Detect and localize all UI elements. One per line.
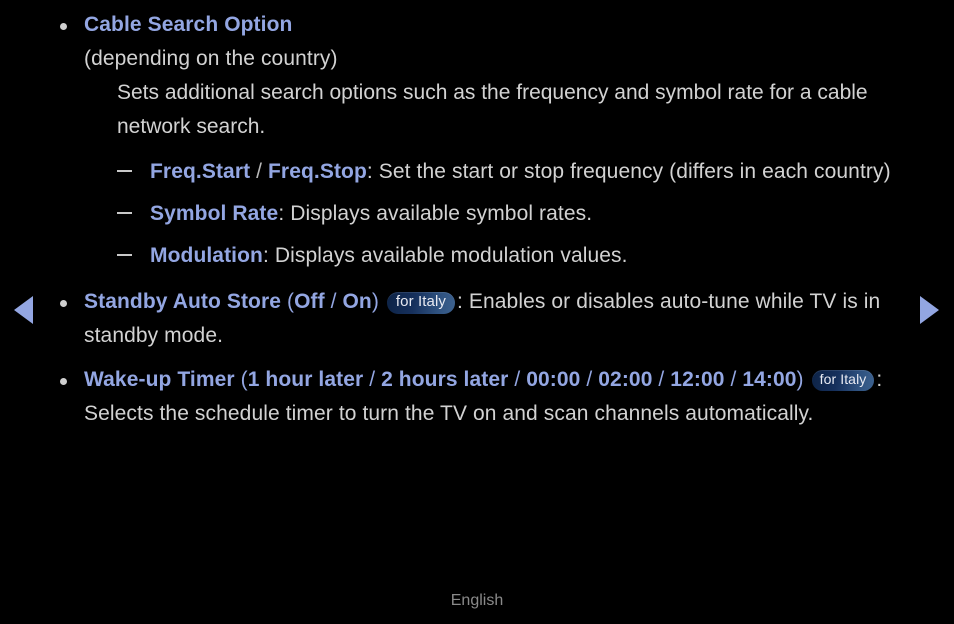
section-body: Wake-up Timer (1 hour later / 2 hours la… bbox=[84, 363, 904, 431]
option-1200: 12:00 bbox=[670, 368, 725, 391]
bullet-dot-icon bbox=[60, 378, 67, 385]
dash-marker-icon bbox=[117, 212, 132, 214]
option-separator: / bbox=[580, 368, 599, 391]
bullet-dot-icon bbox=[60, 23, 67, 30]
option-separator: / bbox=[724, 368, 743, 391]
bullet-dot-icon bbox=[60, 300, 67, 307]
sub-item-symbol-rate: Symbol Rate: Displays available symbol r… bbox=[117, 197, 936, 231]
status-badge-for-italy: for Italy bbox=[811, 370, 875, 391]
section-standby-auto-store: Standby Auto Store (Off / On) for Italy:… bbox=[52, 285, 936, 353]
status-badge-for-italy: for Italy bbox=[386, 292, 455, 314]
sub-item-term-a: Freq.Start bbox=[150, 160, 251, 183]
option-separator: / bbox=[652, 368, 671, 391]
sub-item-description: Displays available symbol rates. bbox=[290, 202, 593, 225]
option-1400: 14:00 bbox=[742, 368, 797, 391]
section-title: Cable Search Option bbox=[84, 13, 293, 36]
sub-item-term-b: Freq.Stop bbox=[268, 160, 367, 183]
section-colon: : bbox=[876, 368, 883, 391]
close-paren: ) bbox=[371, 290, 379, 313]
option-0000: 00:00 bbox=[526, 368, 581, 391]
section-title-row: Cable Search Option bbox=[84, 8, 936, 42]
sub-item-colon: : bbox=[262, 244, 275, 267]
option-separator: / bbox=[363, 368, 382, 391]
sub-item-freq-start-stop: Freq.Start / Freq.Stop: Set the start or… bbox=[117, 155, 936, 189]
sub-item-modulation: Modulation: Displays available modulatio… bbox=[117, 239, 936, 273]
option-separator: / bbox=[324, 290, 343, 313]
option-1-hour-later: 1 hour later bbox=[247, 368, 364, 391]
option-0200: 02:00 bbox=[598, 368, 653, 391]
dash-marker-icon bbox=[117, 170, 132, 172]
sub-item-term-a: Modulation bbox=[150, 244, 263, 267]
option-off: Off bbox=[294, 290, 325, 313]
option-separator: / bbox=[508, 368, 527, 391]
section-description: Selects the schedule timer to turn the T… bbox=[84, 402, 814, 425]
help-content: Cable Search Option (depending on the co… bbox=[0, 0, 954, 433]
section-title: Standby Auto Store bbox=[84, 290, 282, 313]
sub-item-term-a: Symbol Rate bbox=[150, 202, 279, 225]
sub-item-text: Modulation: Displays available modulatio… bbox=[150, 239, 936, 273]
option-on: On bbox=[342, 290, 372, 313]
section-title: Wake-up Timer bbox=[84, 368, 235, 391]
section-cable-search-option: Cable Search Option (depending on the co… bbox=[52, 8, 936, 273]
section-subtitle: (depending on the country) bbox=[84, 47, 338, 70]
open-paren: ( bbox=[234, 368, 248, 391]
section-colon: : bbox=[457, 290, 469, 313]
sub-item-list: Freq.Start / Freq.Stop: Set the start or… bbox=[84, 155, 936, 273]
sub-item-colon: : bbox=[366, 160, 379, 183]
sub-item-separator: / bbox=[250, 160, 268, 183]
sub-item-description: Set the start or stop frequency (differs… bbox=[378, 160, 891, 183]
section-wake-up-timer: Wake-up Timer (1 hour later / 2 hours la… bbox=[52, 363, 936, 431]
dash-marker-icon bbox=[117, 254, 132, 256]
section-body: Standby Auto Store (Off / On) for Italy:… bbox=[84, 285, 929, 353]
sub-item-colon: : bbox=[278, 202, 291, 225]
close-paren: ) bbox=[796, 368, 804, 391]
option-2-hours-later: 2 hours later bbox=[381, 368, 509, 391]
open-paren: ( bbox=[281, 290, 295, 313]
section-description: Sets additional search options such as t… bbox=[117, 81, 868, 138]
sub-item-text: Symbol Rate: Displays available symbol r… bbox=[150, 197, 936, 231]
sub-item-description: Displays available modulation values. bbox=[274, 244, 628, 267]
sub-item-text: Freq.Start / Freq.Stop: Set the start or… bbox=[150, 155, 936, 189]
language-label: English bbox=[450, 592, 504, 609]
